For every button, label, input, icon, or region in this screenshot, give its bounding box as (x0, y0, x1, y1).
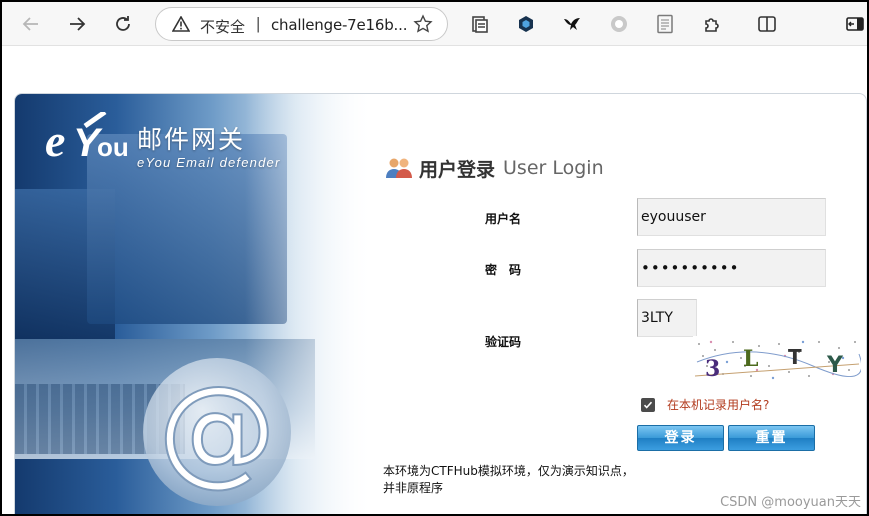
remember-username-label[interactable]: 在本机记录用户名? (667, 396, 769, 413)
svg-text:@: @ (158, 360, 276, 498)
back-icon[interactable] (16, 9, 46, 39)
reset-button[interactable]: 重置 (728, 425, 815, 451)
split-screen-icon[interactable] (752, 9, 782, 39)
captcha-image[interactable]: 3 L T Y (693, 336, 861, 381)
extension-circle-icon[interactable] (604, 9, 634, 39)
login-panel: @ e Y ou 邮件网关 eYou Email defender 用户登录 U… (14, 93, 867, 514)
banner-image: @ e Y ou 邮件网关 eYou Email defender (15, 94, 375, 514)
security-label[interactable]: 不安全 (200, 16, 245, 37)
captcha-field[interactable]: 3LTY (637, 299, 697, 337)
warning-icon (171, 15, 191, 37)
login-title-cn: 用户登录 (419, 158, 496, 181)
extension-bird-icon[interactable] (557, 9, 587, 39)
sidebar-icon[interactable] (840, 9, 869, 39)
password-field[interactable]: •••••••••• (637, 249, 826, 287)
username-field[interactable]: eyouuser (637, 198, 826, 236)
at-sign-icon: @ (143, 358, 291, 506)
forward-icon[interactable] (62, 9, 92, 39)
url-text[interactable]: challenge-7e16b... (271, 16, 407, 34)
captcha-char: 3 (705, 356, 720, 381)
remember-checkbox[interactable] (641, 397, 655, 412)
login-heading: 用户登录 User Login (385, 154, 604, 182)
remember-username-row[interactable]: 在本机记录用户名? (641, 396, 769, 413)
extension-shield-icon[interactable] (511, 9, 541, 39)
users-icon (386, 158, 412, 178)
reading-mode-icon[interactable] (650, 9, 680, 39)
browser-toolbar: 不安全 | challenge-7e16b... (2, 2, 867, 46)
environment-notice: 本环境为CTFHub模拟环境，仅为演示知识点，并非原程序 (383, 464, 634, 495)
logo-title: 邮件网关 (137, 125, 246, 154)
reload-icon[interactable] (108, 9, 138, 39)
captcha-char: Y (826, 353, 844, 378)
page-content: @ e Y ou 邮件网关 eYou Email defender 用户登录 U… (2, 47, 867, 514)
csdn-watermark: CSDN @mooyuan天天 (720, 495, 861, 510)
address-separator: | (256, 14, 261, 33)
password-label: 密 码 (485, 263, 522, 277)
eyou-logo-mark: e Y ou (45, 112, 129, 164)
eyou-logo: e Y ou 邮件网关 eYou Email defender (45, 108, 305, 178)
star-icon[interactable] (413, 14, 433, 39)
login-title-en: User Login (503, 157, 604, 179)
svg-text:ou: ou (97, 132, 129, 162)
logo-subtitle: eYou Email defender (137, 155, 281, 170)
login-button[interactable]: 登录 (637, 425, 724, 451)
extensions-puzzle-icon[interactable] (697, 9, 727, 39)
address-bar[interactable]: 不安全 | challenge-7e16b... (155, 7, 448, 41)
captcha-char: T (788, 345, 802, 369)
username-label: 用户名 (485, 212, 522, 226)
captcha-label: 验证码 (485, 335, 522, 349)
svg-text:e: e (45, 115, 65, 164)
tab-collections-icon[interactable] (464, 9, 494, 39)
captcha-char: L (743, 346, 758, 372)
